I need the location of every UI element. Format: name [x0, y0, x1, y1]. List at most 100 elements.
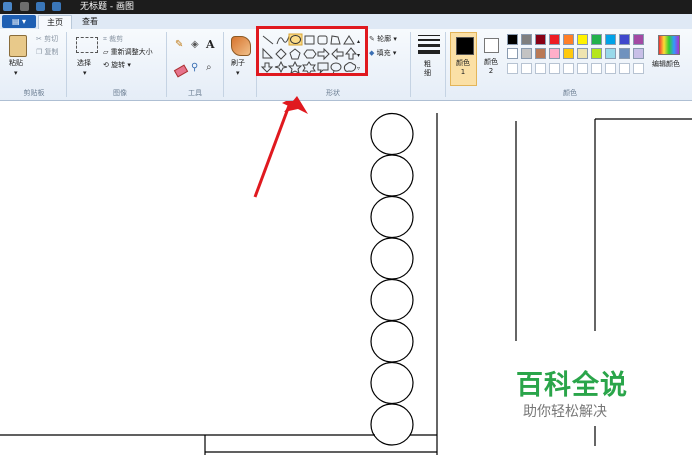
custom-color-slot[interactable]: [521, 63, 532, 74]
undo-icon[interactable]: [36, 2, 45, 11]
palette-color-swatch[interactable]: [605, 34, 616, 45]
window-title: 无标题 - 画图: [80, 2, 134, 12]
color2-label: 颜色 2: [484, 58, 498, 75]
rotate-label: 旋转 ▾: [111, 61, 131, 69]
palette-color-swatch[interactable]: [507, 48, 518, 59]
cut-label: 剪切: [44, 35, 59, 43]
tools-group-label: 工具: [188, 89, 202, 97]
eraser-icon[interactable]: [173, 64, 189, 78]
fill-label: 填充 ▾: [376, 49, 397, 57]
pencil-icon[interactable]: ✎: [175, 40, 183, 50]
rotate-button[interactable]: ⟲ 旋转 ▾: [103, 61, 131, 70]
watermark-title: 百科全说: [516, 370, 628, 401]
custom-color-slot[interactable]: [619, 63, 630, 74]
canvas-circle: [370, 403, 414, 446]
palette-color-swatch[interactable]: [591, 34, 602, 45]
edit-colors-icon[interactable]: [658, 35, 680, 55]
divider: [223, 32, 224, 97]
save-icon[interactable]: [20, 2, 29, 11]
palette-color-swatch[interactable]: [633, 48, 644, 59]
custom-color-slot[interactable]: [591, 63, 602, 74]
color2-button[interactable]: 颜色 2: [480, 32, 504, 86]
divider: [445, 32, 446, 97]
divider: [410, 32, 411, 97]
select-icon[interactable]: [76, 37, 98, 53]
palette-color-swatch[interactable]: [563, 34, 574, 45]
outline-button[interactable]: ✎ 轮廓 ▾: [369, 35, 397, 44]
magnifier-icon[interactable]: ⌕: [206, 63, 212, 73]
outline-label: 轮廓 ▾: [377, 35, 397, 43]
color1-label: 颜色 1: [456, 59, 470, 76]
crop-label: 裁剪: [109, 35, 124, 43]
tab-view[interactable]: 查看: [74, 15, 106, 29]
ribbon: 粘贴 ▾ ✂ 剪切 ❐ 复制 剪贴板 选择 ▾ ⌗ 裁剪 ▱ 重新调整大小 ⟲ …: [0, 26, 692, 101]
clipboard-group-label: 剪贴板: [23, 89, 45, 97]
custom-color-slot[interactable]: [633, 63, 644, 74]
annotation-arrow-head: [284, 96, 308, 114]
canvas-circle: [370, 195, 414, 239]
select-button[interactable]: 选择: [77, 59, 91, 68]
watermark-subtitle: 助你轻松解决: [523, 404, 607, 420]
resize-label: 重新调整大小: [110, 48, 153, 56]
palette-color-swatch[interactable]: [549, 34, 560, 45]
line-size-icon[interactable]: [418, 35, 440, 54]
custom-color-slot[interactable]: [535, 63, 546, 74]
canvas-circle: [370, 237, 414, 280]
palette-color-swatch[interactable]: [619, 34, 630, 45]
palette-color-swatch[interactable]: [521, 48, 532, 59]
color-picker-icon[interactable]: ⚲: [191, 63, 198, 73]
canvas-circle: [370, 154, 414, 197]
select-dropdown-icon[interactable]: ▾: [83, 69, 87, 78]
drawing-canvas[interactable]: 百科全说 助你轻松解决: [0, 101, 692, 455]
palette-color-swatch[interactable]: [521, 34, 532, 45]
custom-color-slot[interactable]: [507, 63, 518, 74]
palette-color-swatch[interactable]: [535, 48, 546, 59]
shapes-group-label: 形状: [326, 89, 340, 97]
color2-swatch: [484, 38, 499, 53]
tab-home[interactable]: 主页: [38, 15, 72, 30]
circle-stack: [370, 112, 414, 446]
crop-button[interactable]: ⌗ 裁剪: [103, 35, 123, 44]
brushes-button[interactable]: 刷子: [231, 59, 245, 68]
redo-icon[interactable]: [52, 2, 61, 11]
palette-color-swatch[interactable]: [535, 34, 546, 45]
fill-button[interactable]: ◆ 填充 ▾: [369, 49, 396, 58]
edit-colors-button[interactable]: 编辑颜色: [652, 60, 680, 69]
custom-color-slot[interactable]: [563, 63, 574, 74]
file-menu-button[interactable]: ▤ ▾: [2, 15, 36, 28]
copy-button[interactable]: ❐ 复制: [36, 48, 59, 57]
copy-label: 复制: [44, 48, 59, 56]
colors-group-label: 颜色: [563, 89, 577, 97]
custom-color-slot[interactable]: [605, 63, 616, 74]
image-group-label: 图像: [113, 89, 127, 97]
palette-color-swatch[interactable]: [549, 48, 560, 59]
palette-color-swatch[interactable]: [577, 34, 588, 45]
color1-button[interactable]: 颜色 1: [450, 32, 477, 86]
fill-bucket-icon[interactable]: ◈: [191, 40, 199, 50]
canvas-circle: [370, 278, 414, 322]
palette-color-swatch[interactable]: [633, 34, 644, 45]
custom-color-slot[interactable]: [577, 63, 588, 74]
text-tool-icon[interactable]: A: [206, 39, 215, 50]
paste-dropdown-icon[interactable]: ▾: [14, 69, 18, 78]
brushes-dropdown-icon[interactable]: ▾: [236, 69, 240, 78]
size-button[interactable]: 粗细: [424, 60, 432, 78]
palette-color-swatch[interactable]: [577, 48, 588, 59]
color1-swatch: [456, 37, 474, 55]
palette-color-swatch[interactable]: [605, 48, 616, 59]
paste-icon[interactable]: [9, 35, 27, 57]
canvas-circle: [370, 320, 414, 363]
paint-app-icon: [3, 2, 12, 11]
palette-color-swatch[interactable]: [591, 48, 602, 59]
custom-color-slot[interactable]: [549, 63, 560, 74]
brush-icon[interactable]: [231, 36, 251, 56]
palette-color-swatch[interactable]: [563, 48, 574, 59]
palette-color-swatch[interactable]: [507, 34, 518, 45]
divider: [66, 32, 67, 97]
canvas-circle: [370, 112, 414, 156]
palette-color-swatch[interactable]: [619, 48, 630, 59]
cut-button[interactable]: ✂ 剪切: [36, 35, 58, 44]
paste-button[interactable]: 粘贴: [9, 59, 23, 68]
canvas-circle: [370, 361, 414, 405]
resize-button[interactable]: ▱ 重新调整大小: [103, 48, 153, 57]
